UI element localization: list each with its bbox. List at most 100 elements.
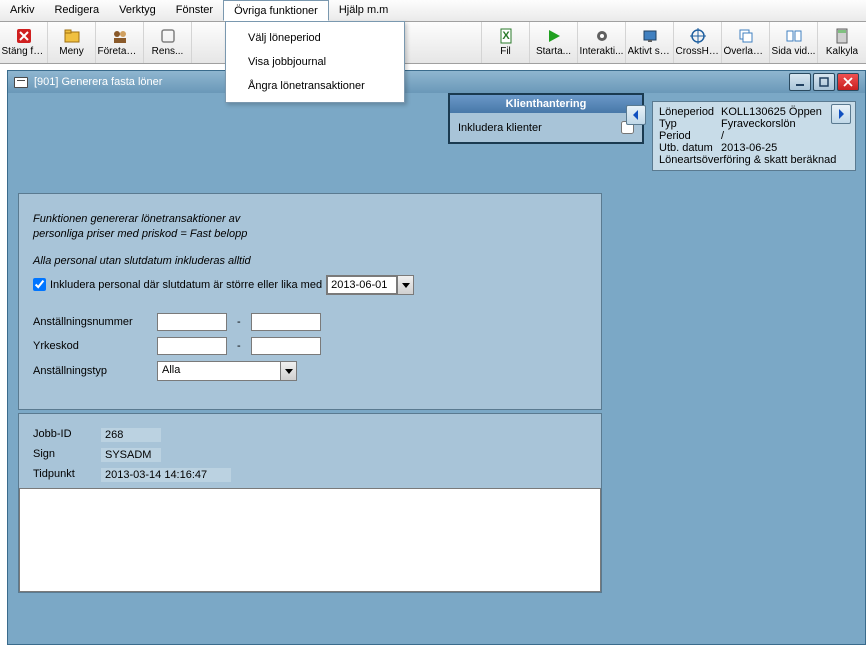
titlebar: [901] Generera fasta löner bbox=[8, 71, 865, 93]
toolbar-crosshair-button[interactable]: CrossHair bbox=[674, 22, 722, 63]
toolbar-fil-button[interactable]: X Fil bbox=[482, 22, 530, 63]
toolbar-foretag-label: Företag/... bbox=[98, 46, 142, 57]
menuitem-angra-lonetransaktioner[interactable]: Ångra lönetransaktioner bbox=[226, 74, 404, 98]
menu-fonster[interactable]: Fönster bbox=[166, 0, 223, 21]
tidpunkt-value: 2013-03-14 14:16:47 bbox=[101, 468, 231, 482]
toolbar-sida-label: Sida vid... bbox=[772, 46, 816, 57]
jobbid-label: Jobb-ID bbox=[33, 428, 101, 442]
toolbar-stang-label: Stäng fö... bbox=[2, 46, 46, 57]
minimize-button[interactable] bbox=[789, 73, 811, 91]
yrkeskod-from-input[interactable] bbox=[157, 337, 227, 355]
toolbar-crosshair-label: CrossHair bbox=[676, 46, 720, 57]
crosshair-icon bbox=[690, 28, 706, 44]
utbdatum-label: Utb. datum bbox=[659, 142, 721, 154]
toolbar-aktivt-label: Aktivt skr... bbox=[628, 46, 672, 57]
play-icon bbox=[546, 28, 562, 44]
date-dropdown-icon[interactable] bbox=[397, 276, 413, 294]
toolbar-stang-button[interactable]: Stäng fö... bbox=[0, 22, 48, 63]
inkludera-personal-checkbox[interactable] bbox=[33, 278, 46, 291]
tidpunkt-label: Tidpunkt bbox=[33, 468, 101, 482]
window-icon bbox=[14, 77, 28, 88]
log-textarea[interactable] bbox=[19, 488, 601, 592]
menu-ovriga-funktioner[interactable]: Övriga funktioner bbox=[223, 0, 329, 21]
loneperiod-info-panel: LöneperiodKOLL130625 Öppen TypFyraveckor… bbox=[652, 101, 856, 171]
menubar: Arkiv Redigera Verktyg Fönster Övriga fu… bbox=[0, 0, 866, 22]
jobbid-value: 268 bbox=[101, 428, 161, 442]
description-line2: personliga priser med priskod = Fast bel… bbox=[33, 227, 587, 242]
menuitem-valj-loneperiod[interactable]: Välj löneperiod bbox=[226, 26, 404, 50]
window-title: [901] Generera fasta löner bbox=[34, 76, 162, 88]
period-label: Period bbox=[659, 130, 721, 142]
toolbar-fil-label: Fil bbox=[500, 46, 511, 57]
inner-window: [901] Generera fasta löner Klienthanteri… bbox=[7, 70, 866, 645]
anstallningstyp-label: Anställningstyp bbox=[33, 365, 153, 377]
anstallningsnummer-label: Anställningsnummer bbox=[33, 316, 153, 328]
menuitem-visa-jobbjournal[interactable]: Visa jobbjournal bbox=[226, 50, 404, 74]
anstallningstyp-select[interactable]: Alla bbox=[157, 361, 297, 381]
yrkeskod-label: Yrkeskod bbox=[33, 340, 153, 352]
prev-period-button[interactable] bbox=[626, 105, 646, 125]
toolbar-interakt-label: Interakti... bbox=[580, 46, 624, 57]
toolbar-rens-label: Rens... bbox=[152, 46, 184, 57]
anstallningstyp-value: Alla bbox=[158, 362, 280, 378]
cascade-windows-icon bbox=[738, 28, 754, 44]
content-area: Klienthantering Inkludera klienter Lönep… bbox=[8, 93, 865, 644]
period-value: / bbox=[721, 130, 849, 142]
dropdown-ovriga-funktioner: Välj löneperiod Visa jobbjournal Ångra l… bbox=[225, 21, 405, 103]
toolbar-starta-label: Starta... bbox=[536, 46, 571, 57]
excel-file-icon: X bbox=[498, 28, 514, 44]
toolbar-rens-button[interactable]: Rens... bbox=[144, 22, 192, 63]
status-text: Löneartsöverföring & skatt beräknad bbox=[659, 154, 836, 166]
calculator-icon bbox=[834, 28, 850, 44]
menu-hjalp[interactable]: Hjälp m.m bbox=[329, 0, 399, 21]
toolbar-kalkyla-label: Kalkyla bbox=[826, 46, 858, 57]
toolbar-aktivt-button[interactable]: Aktivt skr... bbox=[626, 22, 674, 63]
toolbar-overlapp-button[interactable]: Överlapp... bbox=[722, 22, 770, 63]
slutdatum-input[interactable] bbox=[327, 276, 397, 294]
company-icon bbox=[112, 28, 128, 44]
inkludera-klienter-label: Inkludera klienter bbox=[458, 122, 542, 134]
alltid-text: Alla personal utan slutdatum inkluderas … bbox=[33, 255, 587, 267]
toolbar-starta-button[interactable]: Starta... bbox=[530, 22, 578, 63]
maximize-button[interactable] bbox=[813, 73, 835, 91]
next-period-button[interactable] bbox=[831, 104, 851, 124]
menu-arkiv[interactable]: Arkiv bbox=[0, 0, 44, 21]
toolbar-overlapp-label: Överlapp... bbox=[724, 46, 768, 57]
toolbar-interakt-button[interactable]: Interakti... bbox=[578, 22, 626, 63]
job-info-panel: Jobb-ID268 SignSYSADM Tidpunkt2013-03-14… bbox=[18, 413, 602, 593]
toolbar-sida-button[interactable]: Sida vid... bbox=[770, 22, 818, 63]
toolbar-foretag-button[interactable]: Företag/... bbox=[96, 22, 144, 63]
clear-icon bbox=[160, 28, 176, 44]
typ-label: Typ bbox=[659, 118, 721, 130]
sign-value: SYSADM bbox=[101, 448, 161, 462]
close-x-icon bbox=[16, 28, 32, 44]
tile-windows-icon bbox=[786, 28, 802, 44]
klienthantering-panel: Klienthantering Inkludera klienter bbox=[448, 93, 644, 144]
menu-folder-icon bbox=[64, 28, 80, 44]
description-line1: Funktionen genererar lönetransaktioner a… bbox=[33, 212, 587, 227]
menu-verktyg[interactable]: Verktyg bbox=[109, 0, 166, 21]
loneperiod-value: KOLL130625 Öppen bbox=[721, 106, 849, 118]
dash: - bbox=[231, 316, 247, 328]
gear-icon bbox=[594, 28, 610, 44]
anstallningsnummer-from-input[interactable] bbox=[157, 313, 227, 331]
dash: - bbox=[231, 340, 247, 352]
utbdatum-value: 2013-06-25 bbox=[721, 142, 849, 154]
typ-value: Fyraveckorslön bbox=[721, 118, 849, 130]
svg-text:X: X bbox=[502, 30, 510, 42]
klienthantering-header: Klienthantering bbox=[450, 95, 642, 113]
select-dropdown-icon[interactable] bbox=[280, 362, 296, 380]
toolbar-meny-button[interactable]: Meny bbox=[48, 22, 96, 63]
menu-redigera[interactable]: Redigera bbox=[44, 0, 109, 21]
slutdatum-field[interactable] bbox=[326, 275, 414, 295]
toolbar-kalkyla-button[interactable]: Kalkyla bbox=[818, 22, 866, 63]
yrkeskod-to-input[interactable] bbox=[251, 337, 321, 355]
screen-icon bbox=[642, 28, 658, 44]
toolbar: Stäng fö... Meny Företag/... Rens... X F… bbox=[0, 22, 866, 64]
close-button[interactable] bbox=[837, 73, 859, 91]
sign-label: Sign bbox=[33, 448, 101, 462]
anstallningsnummer-to-input[interactable] bbox=[251, 313, 321, 331]
toolbar-meny-label: Meny bbox=[59, 46, 83, 57]
loneperiod-label: Löneperiod bbox=[659, 106, 721, 118]
parameters-panel: Funktionen genererar lönetransaktioner a… bbox=[18, 193, 602, 410]
